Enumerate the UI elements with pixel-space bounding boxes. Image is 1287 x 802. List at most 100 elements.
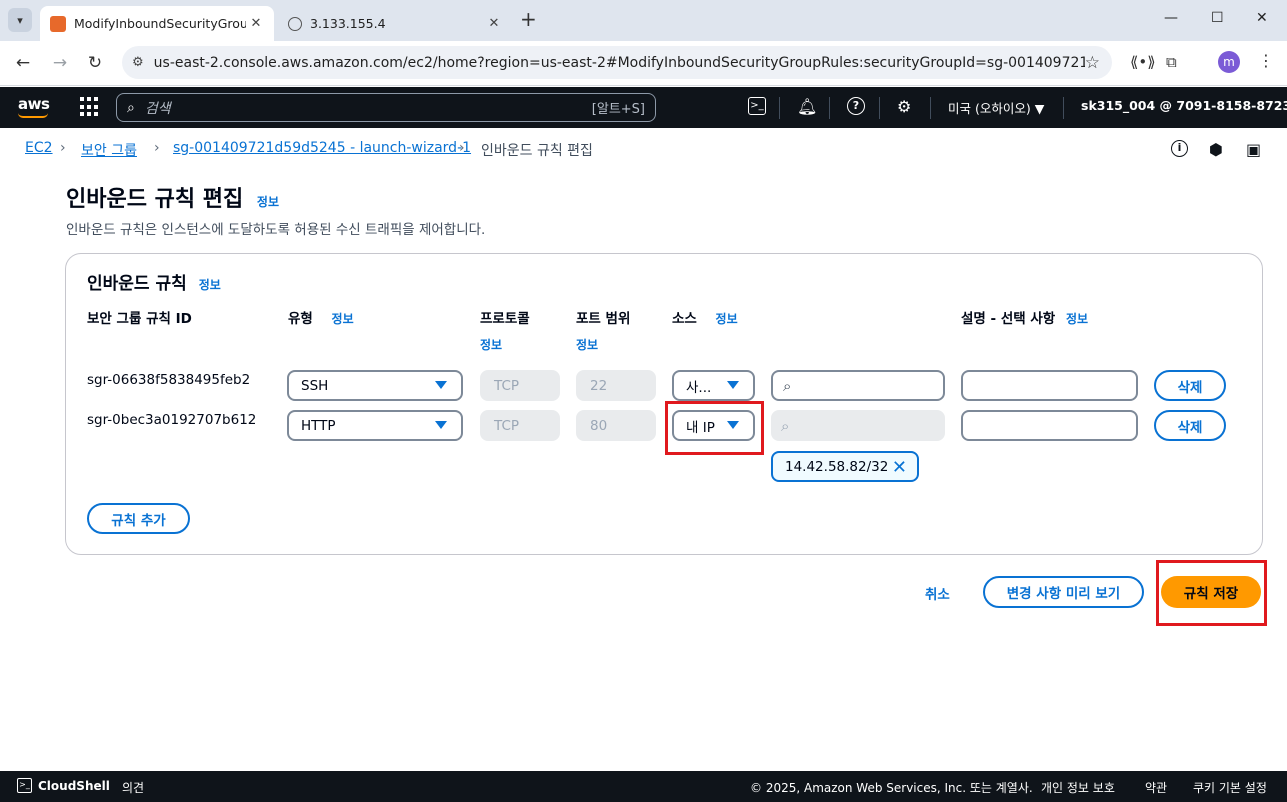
protocol-info-link[interactable]: 정보 [480,336,502,353]
type-value: HTTP [301,417,336,434]
aws-favicon-icon [50,15,66,32]
type-info-link[interactable]: 정보 [332,312,354,326]
forward-icon[interactable]: → [49,53,71,73]
search-icon: ⌕ [781,416,790,435]
port-field: 22 [576,370,656,401]
browser-menu-icon[interactable]: ⋮ [1258,51,1274,70]
gear-icon[interactable]: ⚙ [897,97,911,116]
breadcrumb-ec2[interactable]: EC2 [25,140,53,156]
help-icon[interactable]: ? [847,97,865,115]
nav-divider [829,97,830,119]
panel-info-link[interactable]: 정보 [199,278,221,292]
delete-rule-button[interactable]: 삭제 [1154,370,1226,401]
remove-token-icon[interactable]: ✕ [892,457,907,478]
type-value: SSH [301,377,329,394]
breadcrumb-current: 인바운드 규칙 편집 [481,143,593,159]
description-input[interactable] [961,370,1138,401]
search-icon: ⌕ [783,376,792,395]
browser-tab-bar: ▾ ModifyInboundSecurityGroupR ✕ 3.133.15… [0,0,1287,41]
source-info-link[interactable]: 정보 [716,312,738,326]
preview-changes-button[interactable]: 변경 사항 미리 보기 [983,576,1144,608]
profile-avatar[interactable]: m [1218,51,1240,73]
add-rule-button[interactable]: 규칙 추가 [87,503,190,534]
nav-divider [930,97,931,119]
description-input[interactable] [961,410,1138,441]
caret-down-icon [727,421,739,429]
footer-copyright: © 2025, Amazon Web Services, Inc. 또는 계열사… [750,781,1033,795]
close-window-icon[interactable]: ✕ [1256,10,1268,26]
aws-top-nav: aws ⌕ 검색 [알트+S] >_ 🔔︎ ? ⚙ 미국 (오하이오) ▼ sk… [0,87,1287,128]
close-tab-icon[interactable]: ✕ [484,16,504,31]
bell-icon[interactable]: 🔔︎ [797,97,817,116]
footer-privacy[interactable]: 개인 정보 보호 [1041,779,1115,796]
col-header-protocol: 프로토콜 [480,311,530,327]
source-select[interactable]: 사... [672,370,755,401]
inbound-rules-panel [65,253,1263,555]
search-placeholder: 검색 [144,100,171,117]
footer-feedback[interactable]: 의견 [122,779,144,796]
extensions-puzzle-icon[interactable]: ⧉ [1166,53,1177,71]
browser-tab-active[interactable]: ModifyInboundSecurityGroupR ✕ [40,6,274,41]
col-header-port: 포트 범위 [576,311,631,327]
save-rules-button[interactable]: 규칙 저장 [1161,576,1261,608]
source-value: 사... [686,379,712,396]
type-select[interactable]: HTTP [287,410,463,441]
chevron-right-icon: › [154,140,160,156]
browser-toolbar: ← → ↻ ⚙ us-east-2.console.aws.amazon.com… [0,41,1287,86]
account-menu[interactable]: sk315_004 @ 7091-8158-8723 ▼ [1081,98,1287,113]
footer-cookies[interactable]: 쿠키 기본 설정 [1193,779,1267,796]
chevron-right-icon: › [60,140,66,156]
cidr-search-input: ⌕ [771,410,945,441]
nav-divider [1063,97,1064,119]
source-value: 내 IP [686,419,715,436]
caret-down-icon [435,421,447,429]
aws-logo[interactable]: aws [18,95,50,113]
page-info-link[interactable]: 정보 [257,195,279,209]
footer-cloudshell[interactable]: CloudShell [38,779,110,793]
minimize-icon[interactable]: — [1164,10,1178,26]
browser-tab[interactable]: 3.133.155.4 ✕ [278,6,512,41]
site-info-icon[interactable]: ⚙ [132,55,144,70]
feedback-icon[interactable]: ▣ [1246,140,1261,159]
maximize-icon[interactable]: ☐ [1211,10,1224,26]
new-tab-icon[interactable]: + [520,9,537,29]
tab-title: ModifyInboundSecurityGroupR [74,16,246,31]
extension-icon[interactable]: ⟪•⟫ [1130,53,1156,71]
cancel-button[interactable]: 취소 [925,583,950,603]
bookmark-star-icon[interactable]: ☆ [1085,53,1100,73]
search-icon: ⌕ [127,99,135,116]
cidr-search-input[interactable]: ⌕ [771,370,945,401]
footer: >_ CloudShell 의견 © 2025, Amazon Web Serv… [0,771,1287,802]
source-select[interactable]: 내 IP [672,410,755,441]
page-title-text: 인바운드 규칙 편집 [66,187,244,212]
description-info-link[interactable]: 정보 [1066,312,1088,326]
col-header-type-text: 유형 [288,311,313,327]
region-selector[interactable]: 미국 (오하이오) ▼ [948,98,1044,117]
address-bar[interactable]: ⚙ us-east-2.console.aws.amazon.com/ec2/h… [122,46,1112,79]
port-info-link[interactable]: 정보 [576,336,598,353]
reload-icon[interactable]: ↻ [84,53,106,73]
breadcrumb-security-groups[interactable]: 보안 그룹 [81,140,137,160]
panel-title: 인바운드 규칙 정보 [87,269,221,294]
type-select[interactable]: SSH [287,370,463,401]
info-panel-icon[interactable]: i [1171,140,1188,157]
services-grid-icon[interactable] [80,97,100,117]
cloudshell-icon[interactable]: >_ [748,97,766,115]
back-icon[interactable]: ← [12,53,34,73]
delete-rule-button[interactable]: 삭제 [1154,410,1226,441]
globe-icon [288,16,302,31]
cloudshell-icon[interactable]: >_ [17,778,32,793]
page-description: 인바운드 규칙은 인스턴스에 도달하도록 허용된 수신 트래픽을 제어합니다. [66,222,486,238]
panel-title-text: 인바운드 규칙 [87,274,187,294]
port-field: 80 [576,410,656,441]
close-tab-icon[interactable]: ✕ [246,16,266,31]
breadcrumb-security-group[interactable]: sg-001409721d59d5245 - launch-wizard-1 [173,140,471,156]
shield-icon[interactable]: ⬢ [1209,140,1223,159]
footer-terms[interactable]: 약관 [1145,779,1167,796]
tab-search-button[interactable]: ▾ [8,8,32,32]
aws-logo-smile [18,113,48,118]
page-title: 인바운드 규칙 편집 정보 [66,181,279,213]
rule-id: sgr-0bec3a0192707b612 [87,412,257,428]
aws-search-input[interactable]: ⌕ 검색 [알트+S] [116,93,656,122]
search-shortcut: [알트+S] [591,102,645,117]
